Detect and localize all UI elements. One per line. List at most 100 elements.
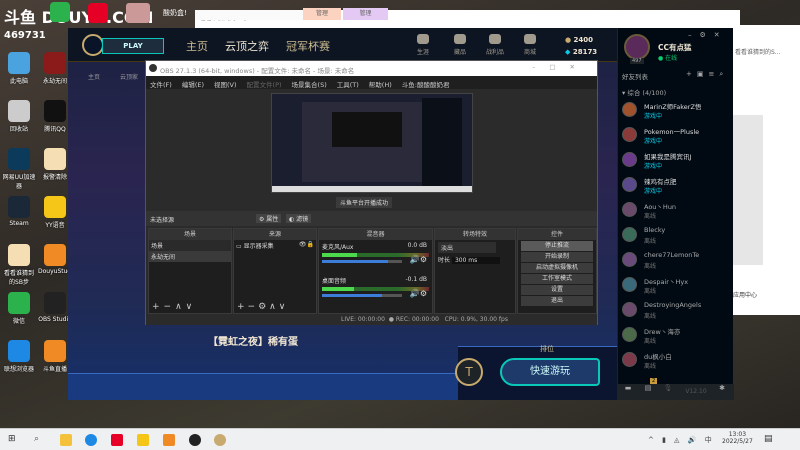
friend-item[interactable]: 如果我是腾宾讯J 游戏中 [622, 150, 730, 174]
notification-icon[interactable]: ▤ [764, 434, 773, 444]
obs-title: OBS 27.1.3 (64-bit, windows) - 配置文件: 未命名… [146, 61, 597, 76]
scene-item[interactable]: 永劫无间 [149, 251, 231, 262]
control-button[interactable]: 开始录制 [521, 252, 593, 262]
duration-input[interactable]: 300 ms [451, 257, 500, 264]
nav-clash[interactable]: 冠军杯赛 [286, 38, 330, 54]
properties-button[interactable]: ⚙ 属性 [256, 214, 282, 223]
desktop-icon[interactable]: 此电脑 [2, 52, 36, 85]
friend-item[interactable]: 辣鸡有点肥 游戏中 [622, 175, 730, 199]
friend-name: DestroyingAngels [644, 301, 702, 309]
nav-tft[interactable]: 云顶之弈 [225, 38, 269, 54]
source-item[interactable]: ▭ 显示器采集 👁🔒 [234, 240, 316, 251]
netease-taskbar-icon[interactable] [111, 434, 123, 446]
source-controls[interactable]: +−⚙∧∨ [237, 302, 288, 312]
file-explorer-icon[interactable] [60, 434, 72, 446]
speaker-gear-icons[interactable]: 🔊⚙ [410, 289, 427, 298]
menu-item[interactable]: 工具(T) [337, 79, 359, 89]
control-button[interactable]: 工作室模式 [521, 274, 593, 284]
desktop-icon[interactable]: OBS Studio [38, 292, 72, 323]
obs-window-controls[interactable]: –□✕ [532, 63, 589, 71]
nav-loot[interactable]: 战利品 [480, 34, 510, 56]
desktop-icon[interactable]: DouyuStudio [38, 244, 77, 275]
obs-taskbar-icon[interactable] [189, 434, 201, 446]
friend-avatar [622, 352, 637, 367]
scene-item[interactable]: 场景 [149, 240, 231, 251]
menu-item[interactable]: 文件(F) [150, 79, 172, 89]
speaker-gear-icons[interactable]: 🔊⚙ [410, 255, 427, 264]
be-balance: ◆ 28173 [565, 48, 598, 56]
start-icon[interactable]: ⊞ [8, 434, 20, 446]
desktop-icon[interactable]: 报警清除 [38, 148, 72, 181]
control-button[interactable]: 启动虚拟摄像机 [521, 263, 593, 273]
desktop-icon[interactable]: 看看谁猜到的SB步 [2, 244, 36, 286]
douyu-taskbar-icon[interactable] [163, 434, 175, 446]
clock[interactable]: 13:03 2022/5/27 [722, 431, 753, 445]
menu-item[interactable]: 视图(V) [214, 79, 237, 89]
desktop-icon[interactable]: 斗鱼直播 [38, 340, 72, 373]
scene-controls[interactable]: +−∧∨ [152, 302, 196, 312]
friend-item[interactable]: Blecky 离线 [622, 225, 730, 249]
play-button[interactable]: PLAY [102, 38, 164, 54]
tab-manage-2[interactable]: 管理 [343, 8, 388, 20]
friend-group[interactable]: ▾ 综合 (4/100) [622, 87, 666, 97]
menu-item[interactable]: 配置文件(P) [247, 79, 282, 89]
control-button[interactable]: 退出 [521, 296, 593, 306]
mic-icon[interactable]: 🎙 [658, 384, 678, 400]
desktop-icon[interactable]: 腾讯QQ [38, 100, 72, 133]
friend-item[interactable]: Drew丶海亦 离线 [622, 325, 730, 349]
system-tray[interactable]: ^ ▮ ◬ 🔊 中 [648, 435, 715, 445]
tab-manage-1[interactable]: 管理 [303, 8, 341, 20]
menu-item[interactable]: 帮助(H) [369, 79, 392, 89]
yy-taskbar-icon[interactable] [137, 434, 149, 446]
desktop-icon[interactable]: 微信 [2, 292, 36, 325]
tft-pass-icon[interactable]: T [455, 358, 483, 386]
friend-item[interactable]: chere77LemonTe 离线 [622, 250, 730, 274]
missions-icon[interactable]: ▤ 2 [638, 378, 658, 400]
volume-slider[interactable] [322, 294, 402, 297]
friend-avatar [622, 327, 637, 342]
control-button[interactable]: 设置 [521, 285, 593, 295]
app-icon [44, 340, 66, 362]
menu-item[interactable]: 斗鱼:酸酸酸奶君 [402, 79, 450, 89]
subnav-home[interactable]: 主页 [88, 72, 100, 81]
desktop-icon[interactable]: YY语音 [38, 196, 72, 229]
friend-item[interactable]: Despair丶Hyx 离线 [622, 275, 730, 299]
user-status[interactable]: ● 在线 [658, 53, 677, 62]
quick-play-button[interactable]: 快速游玩 [500, 358, 600, 386]
control-button[interactable]: 停止推流 [521, 241, 593, 251]
desktop-icon[interactable]: 永劫无间 [38, 52, 72, 85]
filters-button[interactable]: ◐ 滤镜 [286, 214, 312, 223]
desktop-icon[interactable]: 联想浏览器 [2, 340, 36, 373]
desktop-icon[interactable]: 回收站 [2, 100, 36, 133]
bug-report-icon[interactable]: ✱ [714, 384, 730, 400]
friend-item[interactable]: du枫小白 离线 [622, 350, 730, 374]
friend-item[interactable]: Pokemon一Plusle 游戏中 [622, 125, 730, 149]
volume-slider[interactable] [322, 260, 402, 263]
window-controls[interactable]: –⚙✕ [688, 31, 728, 39]
nav-home[interactable]: 主页 [186, 38, 208, 54]
user-avatar[interactable] [624, 34, 650, 60]
nav-collection[interactable]: 藏品 [445, 34, 475, 56]
friend-item[interactable]: Aou丶Hun 离线 [622, 200, 730, 224]
wechat-top-icon[interactable] [50, 2, 70, 22]
netease-music-icon[interactable] [88, 3, 108, 23]
nav-store[interactable]: 商城 [515, 34, 545, 56]
obs-preview[interactable]: 斗鱼平台开播成功 [146, 89, 597, 211]
desktop-icon[interactable]: 网易UU加速器 [2, 148, 36, 190]
chat-icon[interactable]: ▬ [618, 384, 638, 400]
transition-select[interactable]: 淡出 [438, 242, 496, 253]
obs-status-bar: LIVE: 00:00:00 ● REC: 00:00:00 CPU: 0.9%… [146, 314, 597, 325]
menu-item[interactable]: 编辑(E) [182, 79, 204, 89]
search-icon[interactable]: ⌕ [34, 434, 46, 446]
friends-tools[interactable]: +▣≡⌕ [686, 70, 728, 79]
menu-item[interactable]: 场景集合(S) [292, 79, 327, 89]
browser-icon[interactable] [85, 434, 97, 446]
nav-profile[interactable]: 生涯 [408, 34, 438, 56]
friend-item[interactable]: MarinZ师FakerZ悟 游戏中 [622, 100, 730, 124]
app-center-link[interactable]: 应用中心 [733, 290, 757, 299]
lol-taskbar-icon[interactable] [214, 434, 226, 446]
friend-item[interactable]: DestroyingAngels 离线 [622, 300, 730, 324]
subnav-tft[interactable]: 云顶家 [120, 72, 138, 81]
channel-name: 麦克风/Aux [322, 244, 354, 251]
desktop-icon[interactable]: Steam [2, 196, 36, 227]
